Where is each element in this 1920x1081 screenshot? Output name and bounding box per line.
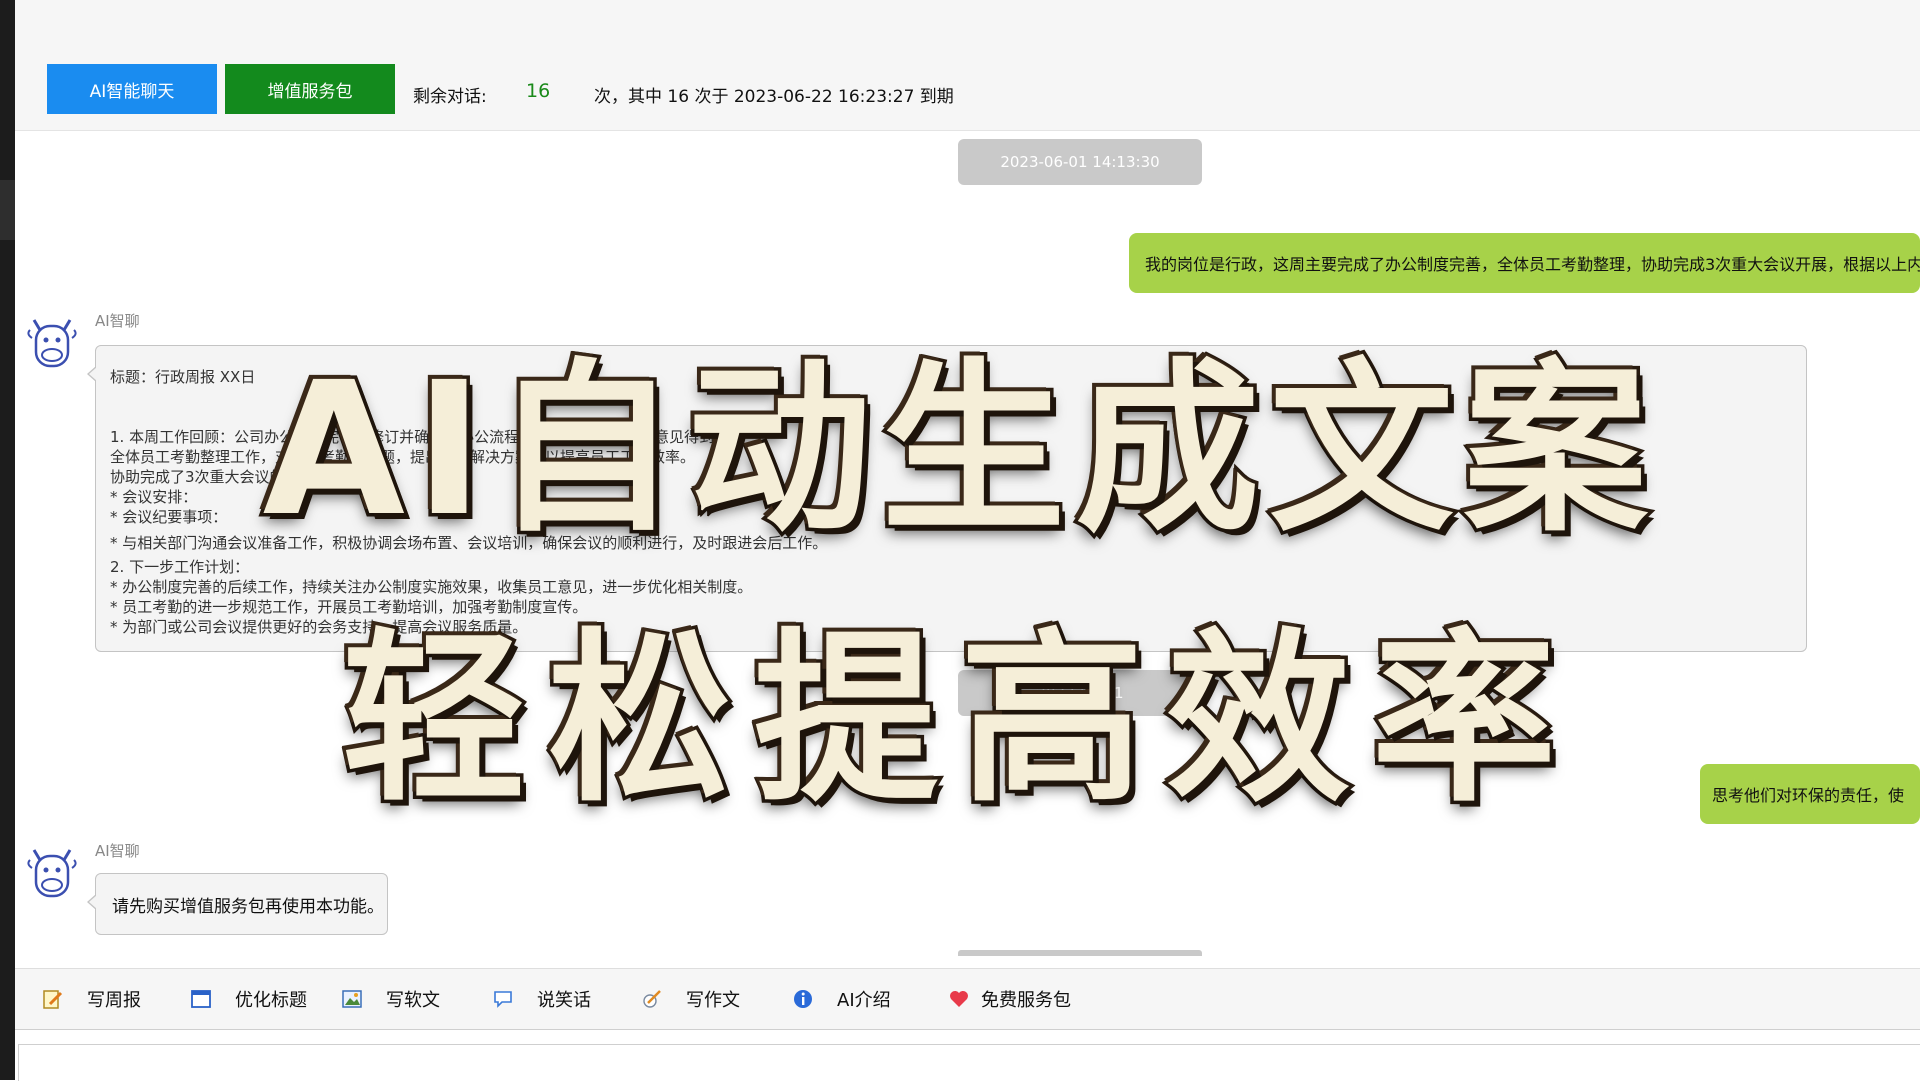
optimize-title-button[interactable]: 优化标题 xyxy=(189,983,307,1015)
user-message-bubble: 思考他们对环保的责任，使 xyxy=(1700,764,1920,824)
remaining-count: 16 xyxy=(526,80,551,102)
tell-joke-button[interactable]: 说笑话 xyxy=(491,983,591,1015)
write-essay-button[interactable]: 写作文 xyxy=(640,983,740,1015)
reply-line: * 会议安排： xyxy=(110,488,198,506)
timestamp-pill: 2023-06-01 14:13:30 xyxy=(958,139,1202,185)
remaining-detail: 次，其中 16 次于 2023-06-22 16:23:27 到期 xyxy=(594,87,954,107)
cow-avatar-icon xyxy=(27,849,77,898)
tool-label: 优化标题 xyxy=(235,990,307,1011)
user-message-text: 我的岗位是行政，这周主要完成了办公制度完善，全体员工考勤整理，协助完成3次重大会… xyxy=(1145,255,1920,274)
tool-label: 写周报 xyxy=(87,990,141,1011)
reply-line: * 为部门或公司会议提供更好的会务支持，提高会议服务质量。 xyxy=(110,618,528,636)
reply-line: 协助完成了3次重大会议的筹备及会务工作。 xyxy=(110,468,405,486)
picture-icon xyxy=(340,987,364,1011)
reply-line: * 员工考勤的进一步规范工作，开展员工考勤培训，加强考勤制度宣传。 xyxy=(110,598,588,616)
user-message-bubble: 我的岗位是行政，这周主要完成了办公制度完善，全体员工考勤整理，协助完成3次重大会… xyxy=(1129,233,1920,293)
vip-service-button[interactable]: 增值服务包 xyxy=(225,64,395,114)
top-bar: AI智能聊天 增值服务包 剩余对话: 16 次，其中 16 次于 2023-06… xyxy=(15,0,1920,131)
message-input[interactable] xyxy=(18,1044,1920,1081)
timestamp-pill: 2023-06-01 xyxy=(958,670,1202,716)
window-icon xyxy=(189,987,213,1011)
ai-chat-button[interactable]: AI智能聊天 xyxy=(47,64,217,114)
notepad-pencil-icon xyxy=(41,987,65,1011)
reply-line: 标题：行政周报 XX日 xyxy=(110,368,256,386)
write-weekly-report-button[interactable]: 写周报 xyxy=(41,983,141,1015)
reply-line: * 办公制度完善的后续工作，持续关注办公制度实施效果，收集员工意见，进一步优化相… xyxy=(110,578,753,596)
reply-line: * 会议纪要事项： xyxy=(110,508,228,526)
info-icon xyxy=(791,987,815,1011)
quick-tool-bar: 写周报 优化标题 写软文 说笑话 写作文 AI介绍 免费服务包 xyxy=(15,968,1920,1030)
tool-label: 说笑话 xyxy=(537,990,591,1011)
ai-reply-bubble: 标题：行政周报 XX日 1. 本周工作回顾：公司办公制度完善，修订并确定了办公流… xyxy=(87,345,1807,652)
tool-label: 写作文 xyxy=(686,990,740,1011)
user-message-text: 思考他们对环保的责任，使 xyxy=(1711,786,1904,805)
heart-icon xyxy=(947,987,971,1011)
quill-icon xyxy=(640,987,664,1011)
reply-line: * 与相关部门沟通会议准备工作，积极协调会场布置、会议培训，确保会议的顺利进行，… xyxy=(110,534,828,552)
ai-intro-button[interactable]: AI介绍 xyxy=(791,983,891,1015)
tool-label: 免费服务包 xyxy=(981,990,1071,1011)
write-soft-article-button[interactable]: 写软文 xyxy=(340,983,440,1015)
ai-reply-text: 请先购买增值服务包再使用本功能。 xyxy=(112,896,384,917)
ai-sender-name: AI智聊 xyxy=(95,312,140,330)
reply-line: 1. 本周工作回顾：公司办公制度完善，修订并确定了办公流程，完成情况以及员工意见… xyxy=(110,428,745,446)
timestamp-pill-partial xyxy=(958,950,1202,956)
left-edge-mark xyxy=(0,180,15,240)
ai-reply-bubble: 请先购买增值服务包再使用本功能。 xyxy=(87,873,388,935)
reply-line: 全体员工考勤整理工作，对员工考勤的问题，提出相应解决方案，以提高员工工作效率。 xyxy=(110,448,696,466)
speech-bubble-icon xyxy=(491,987,515,1011)
tool-label: 写软文 xyxy=(386,990,440,1011)
reply-line: 2. 下一步工作计划： xyxy=(110,558,250,576)
tool-label: AI介绍 xyxy=(837,990,891,1011)
free-service-pack-button[interactable]: 免费服务包 xyxy=(947,983,1071,1015)
ai-sender-name: AI智聊 xyxy=(95,842,140,860)
window-left-edge xyxy=(0,0,15,1080)
cow-avatar-icon xyxy=(27,319,77,368)
remaining-label: 剩余对话: xyxy=(413,87,487,107)
